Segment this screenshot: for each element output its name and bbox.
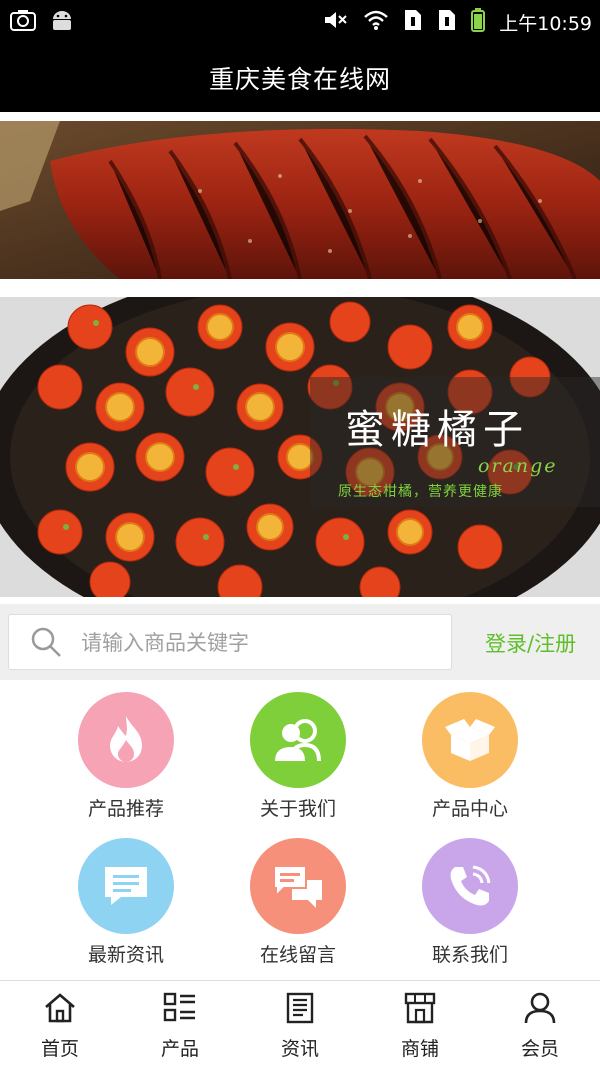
wifi-icon (363, 9, 389, 35)
shop-icon (403, 992, 437, 1028)
meat-image (0, 121, 600, 279)
home-icon (43, 992, 77, 1028)
tab-label: 首页 (40, 1038, 79, 1060)
screenshot-icon (10, 9, 36, 35)
search-placeholder: 请输入商品关键字 (81, 631, 249, 655)
banner-subtitle: orange (478, 455, 558, 477)
user-icon (523, 992, 557, 1028)
phone-icon (422, 838, 518, 934)
nav-item-message[interactable]: 在线留言 (228, 838, 368, 978)
flame-icon (78, 692, 174, 788)
tab-home[interactable]: 首页 (0, 981, 120, 1068)
nav-item-about[interactable]: 关于我们 (228, 692, 368, 832)
tab-member[interactable]: 会员 (480, 981, 600, 1068)
banner-title: 蜜糖橘子 (345, 407, 529, 453)
app-header: 重庆美食在线网 (0, 44, 600, 112)
sim2-icon (437, 8, 457, 36)
banner-orange[interactable]: 蜜糖橘子 orange 原生态柑橘，营养更健康 (0, 297, 600, 597)
box-icon (422, 692, 518, 788)
nav-item-news[interactable]: 最新资讯 (56, 838, 196, 978)
nav-label: 联系我们 (431, 944, 508, 966)
nav-item-recommend[interactable]: 产品推荐 (56, 692, 196, 832)
tab-label: 会员 (520, 1038, 559, 1060)
page-title: 重庆美食在线网 (208, 65, 391, 94)
search-input[interactable]: 请输入商品关键字 (8, 614, 452, 670)
nav-label: 产品中心 (431, 798, 508, 820)
nav-label: 最新资讯 (87, 944, 164, 966)
tab-news[interactable]: 资讯 (240, 981, 360, 1068)
search-icon (29, 622, 69, 662)
tab-bar: 首页 产品 资讯 商铺 会员 (0, 980, 600, 1067)
message-icon (78, 838, 174, 934)
nav-label: 关于我们 (259, 798, 336, 820)
chat-icon (250, 838, 346, 934)
battery-icon (471, 8, 486, 36)
android-icon (50, 9, 74, 35)
tab-label: 商铺 (400, 1038, 439, 1060)
tab-label: 产品 (160, 1038, 199, 1060)
users-icon (250, 692, 346, 788)
tab-label: 资讯 (280, 1038, 319, 1060)
search-row: 请输入商品关键字 登录/注册 (0, 604, 600, 680)
login-register-link[interactable]: 登录/注册 (485, 628, 576, 658)
list-icon (163, 992, 197, 1028)
mute-icon (323, 9, 349, 35)
sim1-icon (403, 8, 423, 36)
news-icon (283, 992, 317, 1028)
nav-grid: 产品推荐 关于我们 产品中心 最新资讯 在线留言 联系我们 (0, 680, 600, 980)
nav-label: 产品推荐 (87, 798, 164, 820)
banner-meat[interactable] (0, 121, 600, 279)
nav-item-products[interactable]: 产品中心 (400, 692, 540, 832)
tab-products[interactable]: 产品 (120, 981, 240, 1068)
nav-label: 在线留言 (259, 944, 336, 966)
nav-item-contact[interactable]: 联系我们 (400, 838, 540, 978)
status-bar: 上午10:59 (0, 0, 600, 44)
banner-slogan: 原生态柑橘，营养更健康 (338, 484, 503, 500)
status-time: 上午10:59 (499, 12, 592, 35)
tab-shops[interactable]: 商铺 (360, 981, 480, 1068)
